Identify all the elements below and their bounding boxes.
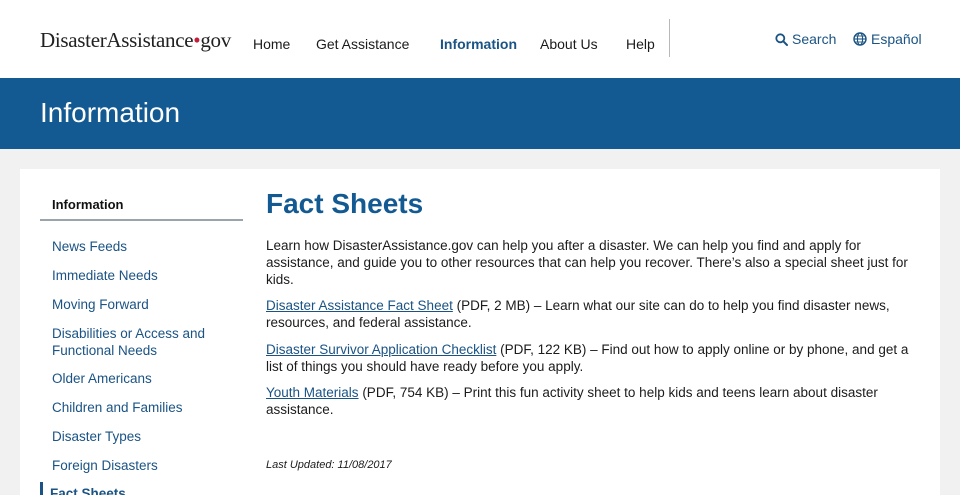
resource-checklist: Disaster Survivor Application Checklist … <box>266 341 920 375</box>
resource-youth-materials: Youth Materials (PDF, 754 KB) – Print th… <box>266 384 920 418</box>
last-updated: Last Updated: 11/08/2017 <box>266 459 392 471</box>
youth-materials-link[interactable]: Youth Materials <box>266 385 359 400</box>
sidebar-item-fact-sheets[interactable]: Fact Sheets <box>50 485 230 495</box>
site-header: DisasterAssistance•gov Home Get Assistan… <box>0 0 960 78</box>
checklist-meta: (PDF, 122 KB) <box>496 342 587 357</box>
nav-get-assistance[interactable]: Get Assistance <box>316 36 409 52</box>
nav-about-us[interactable]: About Us <box>540 36 598 52</box>
page-banner: Information <box>0 78 960 149</box>
sidebar-item-disabilities[interactable]: Disabilities or Access and Functional Ne… <box>52 325 232 359</box>
site-logo[interactable]: DisasterAssistance•gov <box>40 28 231 53</box>
logo-text-disaster: Disaster <box>40 28 107 52</box>
nav-information[interactable]: Information <box>440 36 517 52</box>
sidebar-item-foreign-disasters[interactable]: Foreign Disasters <box>52 457 232 474</box>
search-icon <box>775 32 788 46</box>
sidebar-item-immediate-needs[interactable]: Immediate Needs <box>52 267 232 284</box>
language-label: Español <box>871 31 922 47</box>
sidebar-item-moving-forward[interactable]: Moving Forward <box>52 296 232 313</box>
sidebar-item-disaster-types[interactable]: Disaster Types <box>52 428 232 445</box>
globe-icon <box>853 32 867 46</box>
sidebar-current-indicator <box>40 482 43 495</box>
fact-sheet-link[interactable]: Disaster Assistance Fact Sheet <box>266 298 453 313</box>
logo-text-assistance: Assistance <box>106 28 194 52</box>
intro-paragraph: Learn how DisasterAssistance.gov can hel… <box>266 238 908 287</box>
nav-help[interactable]: Help <box>626 36 655 52</box>
logo-text-gov: gov <box>200 28 231 52</box>
nav-divider <box>669 19 670 57</box>
sidebar-item-children-families[interactable]: Children and Families <box>52 399 232 416</box>
sidebar-divider <box>40 219 243 221</box>
checklist-link[interactable]: Disaster Survivor Application Checklist <box>266 342 496 357</box>
youth-materials-meta: (PDF, 754 KB) <box>358 385 449 400</box>
fact-sheet-meta: (PDF, 2 MB) <box>452 298 531 313</box>
nav-home[interactable]: Home <box>253 36 290 52</box>
sidebar-item-news-feeds[interactable]: News Feeds <box>52 238 232 255</box>
banner-title: Information <box>40 97 181 128</box>
page-title: Fact Sheets <box>266 188 424 219</box>
search-link[interactable]: Search <box>775 31 836 47</box>
content-panel: Information News Feeds Immediate Needs M… <box>20 169 940 495</box>
language-link[interactable]: Español <box>853 31 922 47</box>
resource-fact-sheet: Disaster Assistance Fact Sheet (PDF, 2 M… <box>266 297 920 331</box>
search-label: Search <box>792 31 837 47</box>
sidebar-heading: Information <box>52 197 124 212</box>
sidebar-item-older-americans[interactable]: Older Americans <box>52 370 232 387</box>
